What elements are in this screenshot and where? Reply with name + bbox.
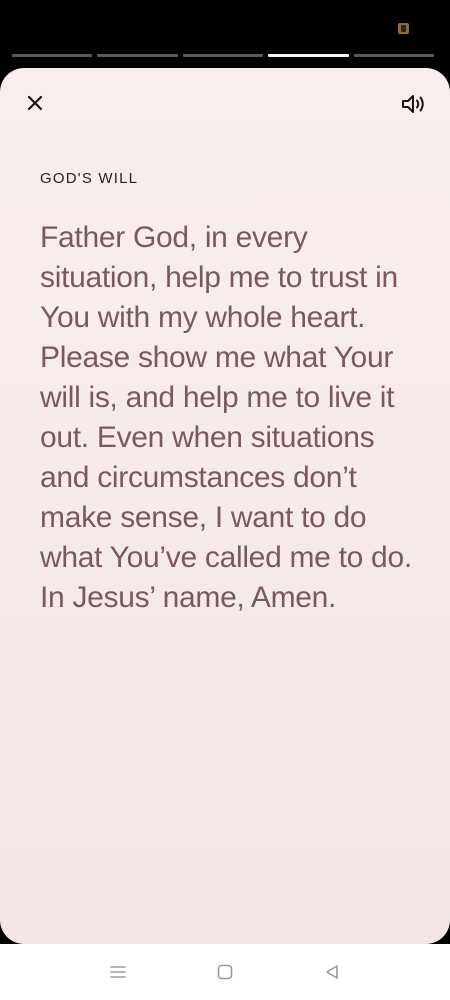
close-button[interactable] bbox=[22, 90, 48, 116]
story-progress-segment bbox=[182, 54, 264, 57]
home-button[interactable] bbox=[213, 960, 237, 984]
close-icon bbox=[27, 95, 43, 111]
prayer-text: Father God, in every situation, help me … bbox=[40, 221, 412, 614]
battery-icon bbox=[398, 23, 409, 34]
home-icon bbox=[217, 964, 233, 980]
story-progress bbox=[12, 54, 435, 57]
sound-button[interactable] bbox=[398, 90, 430, 118]
menu-icon bbox=[110, 966, 126, 978]
speaker-icon bbox=[402, 95, 424, 113]
story-progress-segment-active bbox=[268, 54, 349, 57]
prayer-title: GOD'S WILL bbox=[40, 170, 139, 187]
status-bar bbox=[0, 0, 450, 68]
story-progress-segment bbox=[353, 54, 435, 57]
story-progress-segment bbox=[97, 54, 178, 57]
back-button[interactable] bbox=[320, 960, 344, 984]
back-icon bbox=[326, 965, 338, 979]
recent-apps-button[interactable] bbox=[106, 960, 130, 984]
prayer-card: GOD'S WILL Father God, in every situatio… bbox=[0, 68, 450, 944]
system-nav-bar bbox=[0, 944, 450, 1000]
story-progress-segment bbox=[12, 54, 93, 57]
